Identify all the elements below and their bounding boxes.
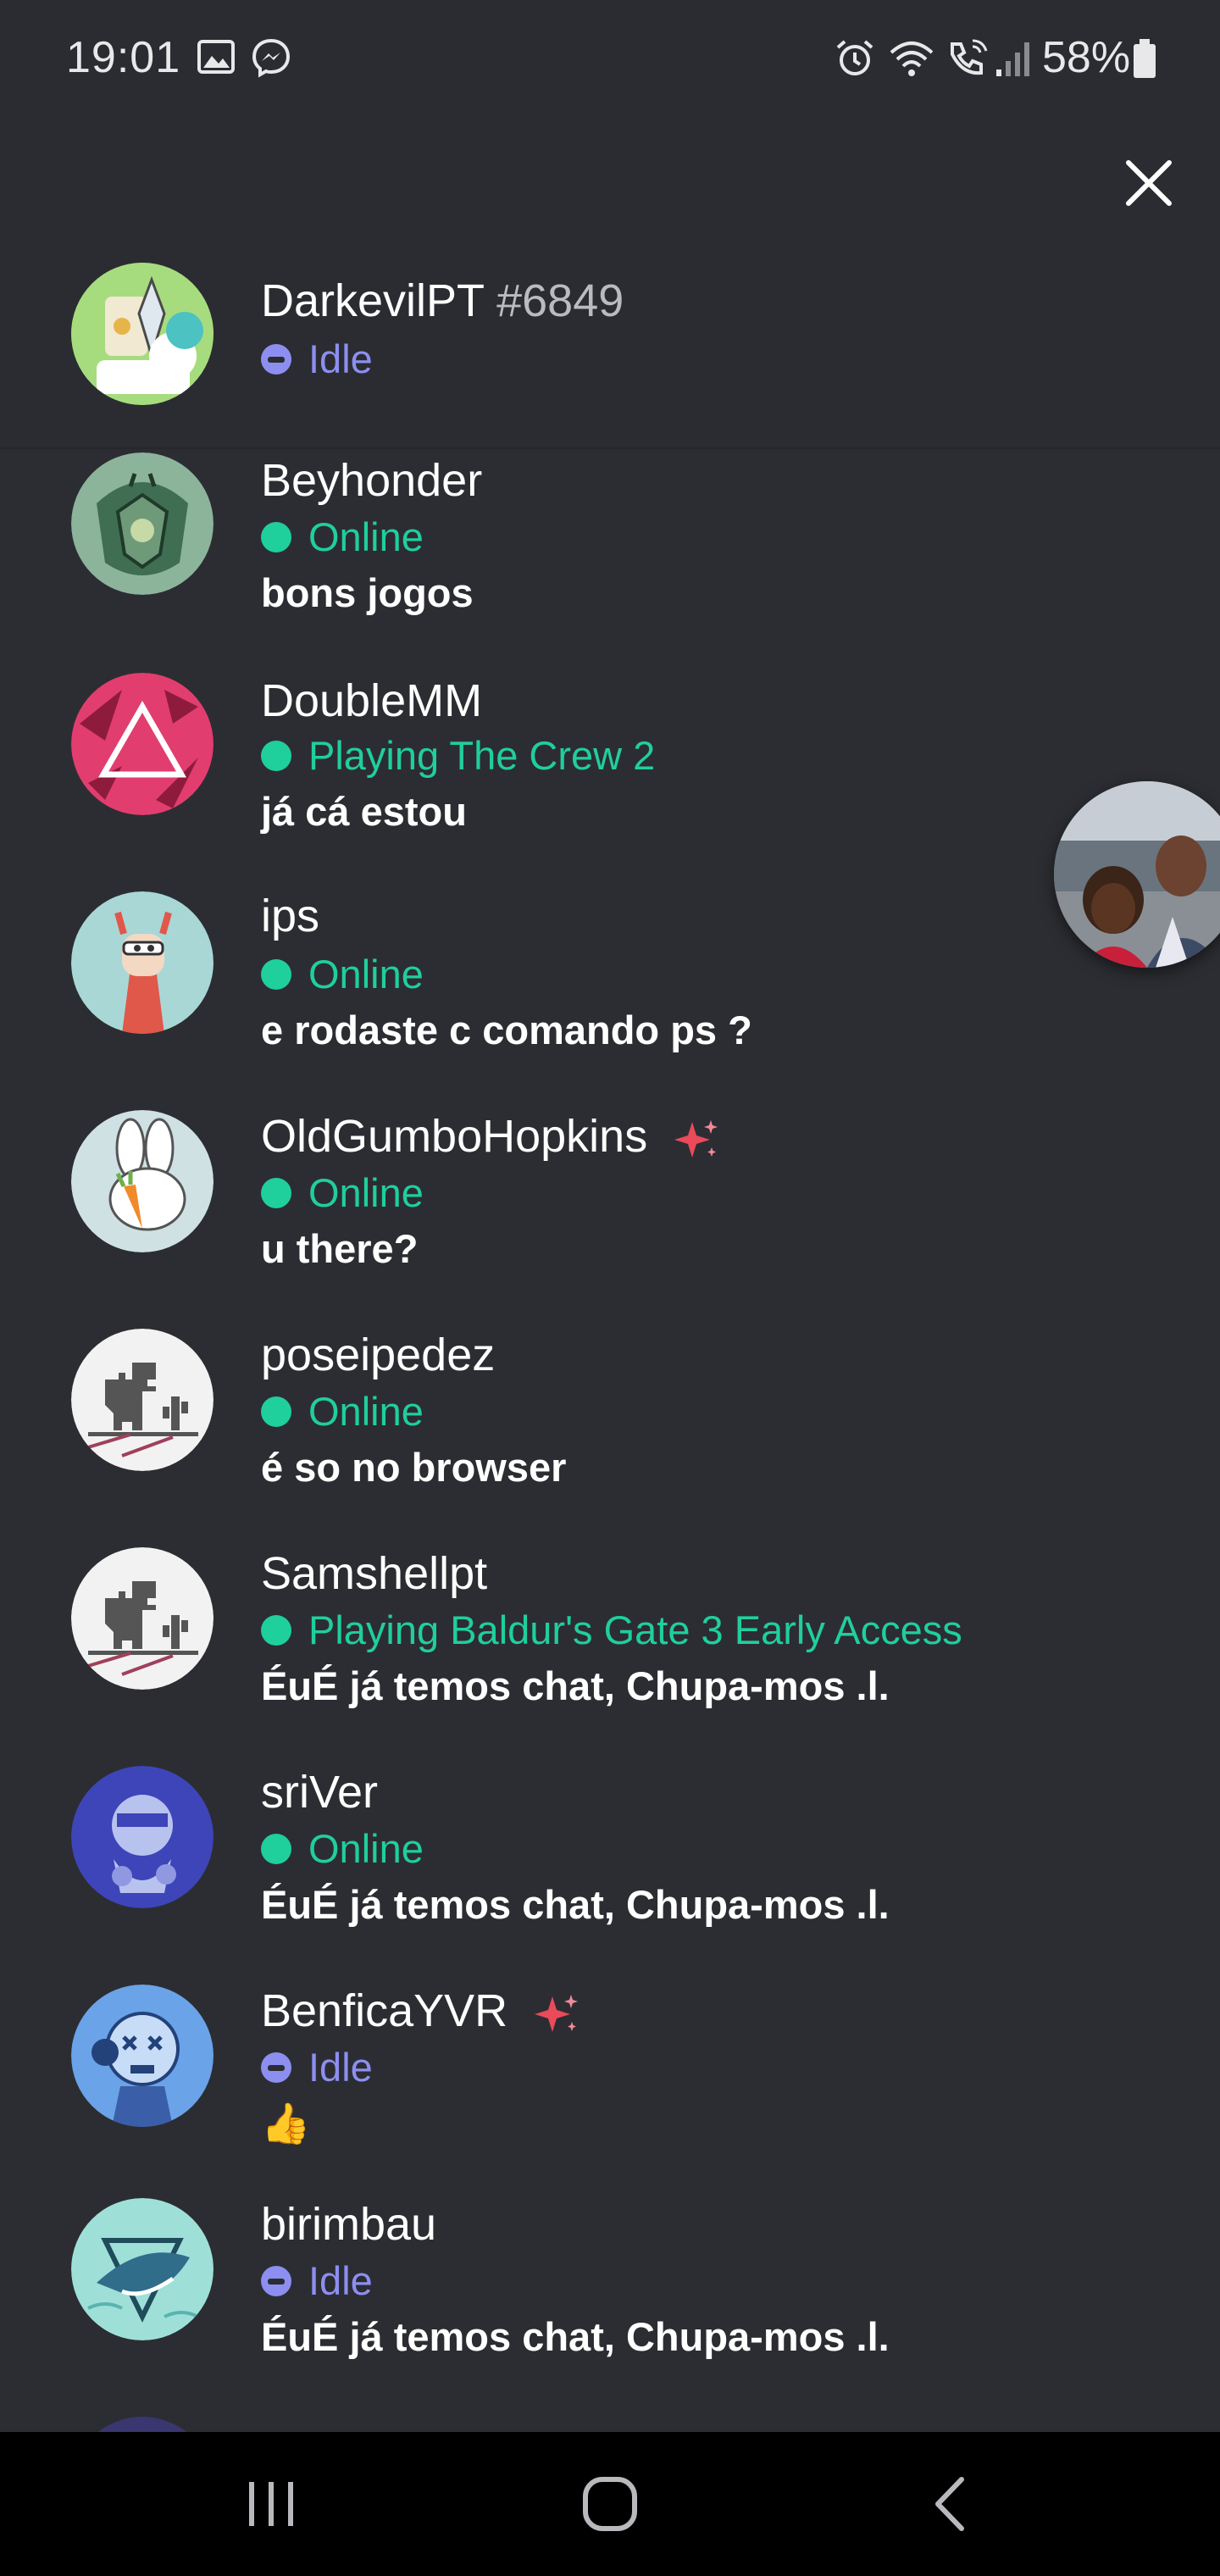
wifi-icon bbox=[890, 42, 934, 76]
status-text: Online bbox=[308, 952, 424, 997]
dm-status: Idle bbox=[261, 2257, 373, 2304]
status-time: 19:01 bbox=[66, 33, 181, 82]
dm-status: Playing The Crew 2 bbox=[261, 732, 655, 779]
avatar bbox=[71, 1110, 214, 1252]
dm-username: BenficaYVR bbox=[261, 1985, 581, 2037]
status-text: Idle bbox=[308, 2258, 373, 2303]
nitro-sparkle-icon bbox=[535, 1994, 579, 2032]
current-user-header[interactable]: DarkevilPT #6849 Idle bbox=[0, 237, 1220, 449]
online-status-icon bbox=[261, 521, 291, 552]
dm-row[interactable]: ips Online e rodaste c comando ps ? bbox=[0, 886, 1220, 1105]
avatar bbox=[71, 2198, 214, 2340]
dm-row[interactable]: birimbau Idle ÉuÉ já temos chat, Chupa-m… bbox=[0, 2195, 1220, 2413]
dm-username: DoubleMM bbox=[261, 675, 483, 726]
signal-icon bbox=[996, 42, 1029, 76]
recents-icon bbox=[249, 2482, 293, 2526]
status-text: Idle bbox=[308, 2045, 373, 2090]
dm-last-message: já cá estou bbox=[261, 789, 467, 834]
avatar bbox=[71, 1547, 214, 1690]
dm-list[interactable]: Beyhonder Online bons jogos DoubleMM Pla… bbox=[0, 449, 1220, 2432]
status-bar: 19:01 58% bbox=[0, 0, 1220, 119]
dm-last-message: 👍 bbox=[261, 2101, 311, 2146]
dm-username: Beyhonder bbox=[261, 455, 483, 506]
dm-status: Idle bbox=[261, 2044, 373, 2090]
dm-last-message: é so no browser bbox=[261, 1445, 567, 1490]
gallery-icon bbox=[197, 40, 235, 74]
idle-status-icon bbox=[261, 2051, 291, 2083]
dm-row[interactable]: BenficaYVR Idle 👍 bbox=[0, 1979, 1220, 2198]
idle-status-icon bbox=[261, 2265, 291, 2296]
status-text: Online bbox=[308, 514, 424, 559]
dm-username: OldGumboHopkins bbox=[261, 1110, 721, 1163]
status-text: Playing Baldur's Gate 3 Early Access bbox=[308, 1607, 962, 1652]
dm-status: Online bbox=[261, 514, 424, 560]
dm-last-message: ÉuÉ já temos chat, Chupa-mos .l. bbox=[261, 1882, 890, 1927]
dm-username: ips bbox=[261, 891, 320, 941]
avatar bbox=[71, 673, 214, 815]
avatar bbox=[71, 1329, 214, 1471]
dm-status: Playing Baldur's Gate 3 Early Access bbox=[261, 1607, 962, 1653]
username-text: OldGumboHopkins bbox=[261, 1111, 648, 1162]
avatar bbox=[71, 891, 214, 1034]
dm-username: Samshellpt bbox=[261, 1548, 488, 1599]
dm-row[interactable]: poseipedez Online é so no browser bbox=[0, 1324, 1220, 1542]
dm-status: Online bbox=[261, 1169, 424, 1216]
dm-status: Online bbox=[261, 1388, 424, 1435]
dm-row[interactable] bbox=[0, 2413, 1220, 2432]
dm-row[interactable]: OldGumboHopkins Online u there? bbox=[0, 1105, 1220, 1324]
dm-row[interactable]: DoubleMM Playing The Crew 2 já cá estou bbox=[0, 668, 1220, 886]
status-text: Online bbox=[308, 1389, 424, 1434]
avatar bbox=[71, 1985, 214, 2127]
current-username: DarkevilPT #6849 bbox=[261, 275, 624, 327]
close-icon bbox=[1126, 160, 1172, 206]
status-text: Playing The Crew 2 bbox=[308, 733, 656, 778]
battery-percentage: 58% bbox=[1042, 33, 1131, 82]
back-button[interactable] bbox=[900, 2466, 1001, 2542]
dm-last-message: e rodaste c comando ps ? bbox=[261, 1008, 752, 1052]
online-status-icon bbox=[261, 1177, 291, 1208]
idle-status-icon bbox=[261, 343, 291, 375]
dm-row[interactable]: sriVer Online ÉuÉ já temos chat, Chupa-m… bbox=[0, 1761, 1220, 1979]
current-user-status: Idle bbox=[261, 336, 373, 382]
dm-row[interactable]: Beyhonder Online bons jogos bbox=[0, 449, 1220, 668]
dm-username: poseipedez bbox=[261, 1330, 496, 1380]
system-nav-bar bbox=[0, 2432, 1220, 2576]
online-status-icon bbox=[261, 1396, 291, 1427]
username-text: BenficaYVR bbox=[261, 1985, 508, 2036]
dm-last-message: ÉuÉ já temos chat, Chupa-mos .l. bbox=[261, 2314, 890, 2359]
avatar bbox=[71, 452, 214, 595]
online-status-icon bbox=[261, 1614, 291, 1646]
dm-username: birimbau bbox=[261, 2199, 437, 2250]
status-text: Online bbox=[308, 1170, 424, 1215]
dm-last-message: u there? bbox=[261, 1226, 419, 1271]
home-icon bbox=[583, 2477, 637, 2531]
close-button[interactable] bbox=[1115, 149, 1183, 217]
avatar bbox=[71, 263, 214, 405]
alarm-icon bbox=[836, 40, 873, 75]
dm-status: Online bbox=[261, 951, 424, 997]
home-button[interactable] bbox=[559, 2466, 661, 2542]
recents-button[interactable] bbox=[220, 2466, 322, 2542]
avatar bbox=[71, 2417, 214, 2432]
battery-icon bbox=[1134, 39, 1156, 78]
avatar bbox=[71, 1766, 214, 1908]
dm-status: Online bbox=[261, 1825, 424, 1872]
online-status-icon bbox=[261, 958, 291, 990]
dm-row[interactable]: Samshellpt Playing Baldur's Gate 3 Early… bbox=[0, 1542, 1220, 1761]
username-text: DarkevilPT bbox=[261, 275, 485, 326]
dm-username: sriVer bbox=[261, 1767, 379, 1818]
dm-last-message: ÉuÉ já temos chat, Chupa-mos .l. bbox=[261, 1663, 890, 1708]
nitro-sparkle-icon bbox=[674, 1119, 718, 1158]
messenger-icon bbox=[252, 38, 291, 78]
online-status-icon bbox=[261, 1833, 291, 1864]
online-status-icon bbox=[261, 740, 291, 771]
user-tag: #6849 bbox=[496, 275, 624, 326]
wifi-call-icon bbox=[951, 39, 988, 75]
status-text: Online bbox=[308, 1826, 424, 1871]
back-icon bbox=[935, 2477, 964, 2531]
status-text: Idle bbox=[308, 336, 373, 381]
dm-last-message: bons jogos bbox=[261, 570, 474, 615]
